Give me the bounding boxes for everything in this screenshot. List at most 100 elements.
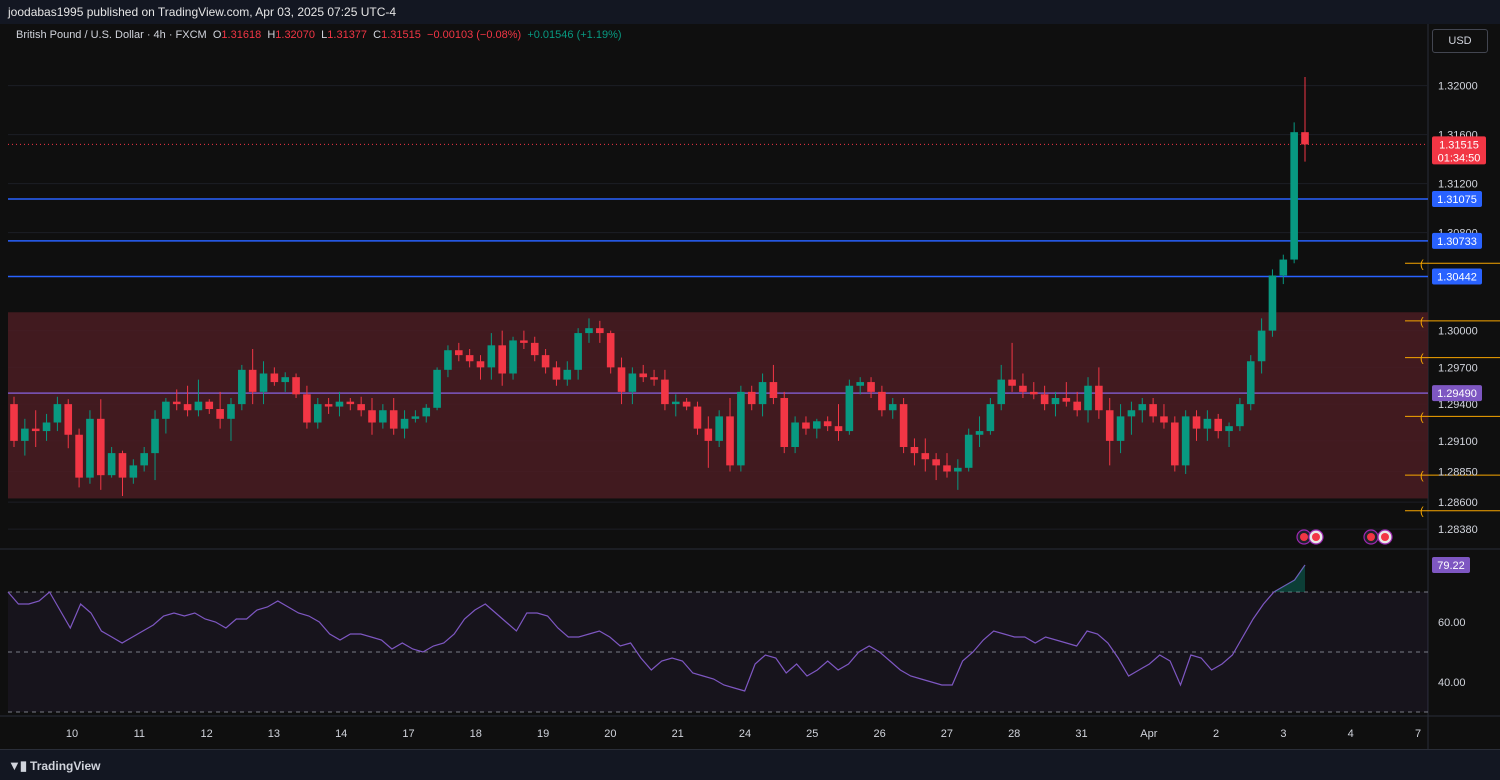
candle-body[interactable] (379, 410, 387, 423)
candle-body[interactable] (183, 404, 192, 411)
candle-body[interactable] (845, 385, 854, 432)
candle-body[interactable] (422, 407, 431, 417)
candle-body[interactable] (1062, 398, 1071, 402)
candle-body[interactable] (400, 418, 409, 429)
candle-body[interactable] (943, 465, 951, 472)
candle-body[interactable] (813, 421, 821, 429)
candle-body[interactable] (921, 453, 930, 460)
candle-body[interactable] (357, 404, 365, 411)
candle-body[interactable] (205, 401, 214, 410)
candle-body[interactable] (411, 416, 420, 419)
candle-body[interactable] (715, 416, 723, 441)
candle-body[interactable] (313, 404, 322, 423)
candle-body[interactable] (1192, 416, 1201, 429)
candle-body[interactable] (151, 418, 159, 454)
candle-body[interactable] (628, 373, 637, 392)
candle-body[interactable] (1149, 404, 1157, 417)
candle-body[interactable] (227, 404, 235, 419)
candle-body[interactable] (292, 377, 300, 395)
chart-svg[interactable]: ((((((1.320001.316001.312001.308001.3000… (0, 0, 1500, 779)
candle-body[interactable] (769, 382, 778, 398)
candle-body[interactable] (867, 382, 875, 392)
candle-body[interactable] (96, 418, 105, 476)
candle-body[interactable] (498, 345, 506, 374)
candle-body[interactable] (129, 465, 138, 478)
candle-body[interactable] (726, 416, 734, 466)
candle-body[interactable] (346, 401, 355, 405)
candle-body[interactable] (661, 379, 669, 405)
candle-body[interactable] (878, 391, 886, 411)
candle-body[interactable] (31, 428, 40, 432)
candle-body[interactable] (1138, 404, 1147, 411)
candle-body[interactable] (791, 422, 799, 448)
candle-body[interactable] (1181, 416, 1190, 466)
candle-body[interactable] (856, 382, 864, 386)
candle-body[interactable] (1290, 132, 1298, 260)
candle-body[interactable] (1008, 379, 1016, 386)
candle-body[interactable] (585, 328, 593, 334)
candle-body[interactable] (1095, 385, 1103, 411)
candle-body[interactable] (487, 345, 496, 368)
candle-body[interactable] (823, 421, 832, 427)
candle-body[interactable] (444, 350, 452, 370)
candle-body[interactable] (42, 422, 51, 432)
candle-body[interactable] (248, 369, 257, 392)
candle-body[interactable] (270, 373, 279, 383)
candle-body[interactable] (368, 410, 376, 423)
candle-body[interactable] (617, 367, 626, 392)
candle-body[interactable] (1116, 416, 1125, 441)
candle-body[interactable] (639, 373, 648, 378)
candle-body[interactable] (693, 406, 702, 429)
candle-body[interactable] (910, 447, 919, 454)
candle-body[interactable] (650, 377, 658, 380)
candle-body[interactable] (86, 418, 94, 478)
candle-body[interactable] (465, 355, 474, 362)
candle-body[interactable] (53, 404, 62, 423)
candle-body[interactable] (335, 401, 344, 407)
candle-body[interactable] (1084, 385, 1092, 411)
candle-body[interactable] (596, 328, 604, 334)
candle-body[interactable] (509, 340, 517, 374)
candle-body[interactable] (780, 398, 789, 447)
candle-body[interactable] (64, 404, 73, 435)
candle-body[interactable] (563, 369, 572, 380)
candle-body[interactable] (932, 459, 940, 466)
candle-body[interactable] (682, 401, 691, 407)
candle-body[interactable] (1257, 330, 1266, 362)
candle-body[interactable] (671, 401, 680, 405)
candle-body[interactable] (606, 333, 615, 368)
candle-body[interactable] (281, 377, 290, 383)
candle-body[interactable] (107, 453, 116, 476)
candle-body[interactable] (1225, 426, 1233, 432)
candle-body[interactable] (1160, 416, 1168, 423)
candle-body[interactable] (140, 453, 148, 466)
candle-body[interactable] (747, 391, 756, 405)
candle-body[interactable] (433, 369, 441, 408)
tradingview-logo[interactable]: ▼▮ TradingView (8, 758, 101, 774)
candle-body[interactable] (1127, 410, 1136, 417)
candle-body[interactable] (552, 367, 561, 380)
candle-body[interactable] (1105, 410, 1114, 441)
candle-body[interactable] (10, 404, 18, 441)
candle-body[interactable] (954, 467, 962, 472)
candle-body[interactable] (1301, 132, 1309, 145)
candle-body[interactable] (834, 426, 843, 432)
candle-body[interactable] (1214, 418, 1223, 432)
support-resistance-zone[interactable] (8, 312, 1428, 499)
candle-body[interactable] (1040, 394, 1049, 405)
candle-body[interactable] (216, 409, 224, 419)
candle-body[interactable] (162, 401, 170, 419)
candle-body[interactable] (964, 434, 973, 468)
candle-body[interactable] (259, 373, 268, 392)
candle-body[interactable] (520, 340, 528, 343)
candle-body[interactable] (1279, 259, 1288, 276)
candle-body[interactable] (1051, 398, 1060, 405)
candle-body[interactable] (476, 361, 485, 368)
candle-body[interactable] (194, 401, 203, 411)
candle-body[interactable] (21, 428, 29, 441)
candle-body[interactable] (997, 379, 1006, 405)
candle-body[interactable] (75, 434, 83, 478)
currency-button[interactable]: USD (1432, 29, 1488, 53)
candle-body[interactable] (1073, 401, 1081, 411)
symbol-title[interactable]: British Pound / U.S. Dollar · 4h · FXCM (16, 29, 207, 41)
